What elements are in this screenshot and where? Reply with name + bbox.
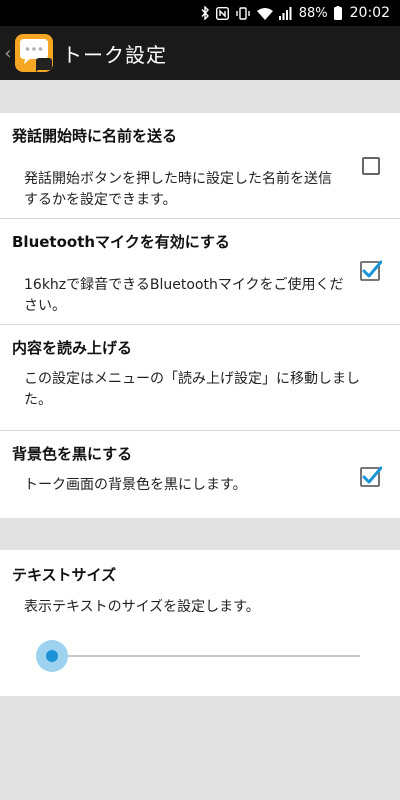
text-size-summary: 表示テキストのサイズを設定します。 bbox=[24, 599, 260, 615]
nfc-icon bbox=[215, 6, 229, 20]
section-gap bbox=[0, 80, 400, 113]
battery-percent: 88% bbox=[298, 5, 328, 21]
text-size-title: テキストサイズ bbox=[12, 566, 117, 584]
chat-bubble-app-icon[interactable] bbox=[14, 33, 54, 73]
clock: 20:02 bbox=[349, 5, 390, 21]
bluetooth-icon bbox=[200, 6, 210, 20]
back-button[interactable]: ‹ bbox=[2, 26, 14, 80]
checkmark-icon bbox=[360, 466, 383, 487]
status-bar: 88% 20:02 bbox=[0, 0, 400, 26]
pref-title: 発話開始時に名前を送る bbox=[12, 127, 178, 145]
bluetooth-mic-checkbox[interactable] bbox=[360, 259, 383, 281]
pref-bluetooth-mic[interactable]: Bluetoothマイクを有効にする 16khzで録音できるBluetoothマ… bbox=[0, 219, 400, 325]
pref-title: 内容を読み上げる bbox=[12, 339, 133, 357]
pref-summary: 16khzで録音できるBluetoothマイクをご使用ください。 bbox=[24, 277, 344, 314]
signal-icon bbox=[278, 6, 293, 20]
checkmark-icon bbox=[360, 260, 383, 281]
black-background-checkbox[interactable] bbox=[360, 465, 383, 487]
wifi-icon bbox=[256, 7, 273, 20]
text-size-slider-track[interactable] bbox=[52, 655, 360, 657]
pref-title: Bluetoothマイクを有効にする bbox=[12, 233, 230, 251]
text-size-card: テキストサイズ 表示テキストのサイズを設定します。 bbox=[0, 550, 400, 696]
pref-title: 背景色を黒にする bbox=[12, 445, 133, 463]
app-bar: ‹ トーク設定 bbox=[0, 26, 400, 80]
vibrate-icon bbox=[235, 6, 251, 20]
pref-summary: 発話開始ボタンを押した時に設定した名前を送信するかを設定できます。 bbox=[24, 171, 332, 208]
pref-send-name[interactable]: 発話開始時に名前を送る 発話開始ボタンを押した時に設定した名前を送信するかを設定… bbox=[0, 113, 400, 219]
text-size-slider-thumb[interactable] bbox=[46, 650, 58, 662]
send-name-checkbox[interactable] bbox=[362, 157, 380, 175]
pref-summary: トーク画面の背景色を黒にします。 bbox=[24, 477, 247, 493]
status-icons: 88% 20:02 bbox=[200, 0, 390, 26]
battery-icon bbox=[333, 6, 342, 20]
page-title: トーク設定 bbox=[62, 42, 167, 67]
settings-card: 発話開始時に名前を送る 発話開始ボタンを押した時に設定した名前を送信するかを設定… bbox=[0, 113, 400, 518]
pref-black-background[interactable]: 背景色を黒にする トーク画面の背景色を黒にします。 bbox=[0, 431, 400, 518]
pref-summary: この設定はメニューの「読み上げ設定」に移動しました。 bbox=[24, 371, 360, 408]
pref-read-aloud[interactable]: 内容を読み上げる この設定はメニューの「読み上げ設定」に移動しました。 bbox=[0, 325, 400, 431]
